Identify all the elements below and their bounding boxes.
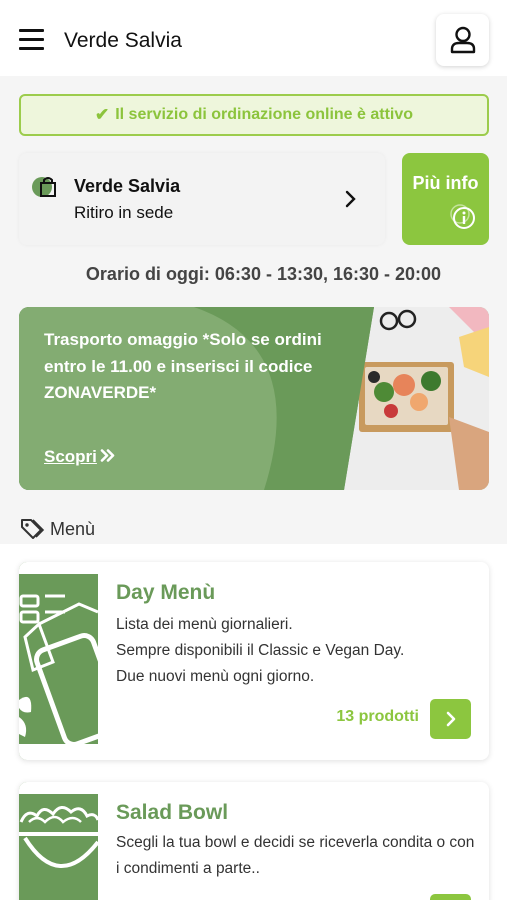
salad-bowl-image bbox=[19, 782, 98, 900]
chevron-right-icon bbox=[446, 711, 455, 727]
promo-text: Trasporto omaggio *Solo se ordini entro … bbox=[44, 330, 322, 402]
user-icon bbox=[450, 26, 475, 54]
description-line: Sempre disponibili il Classic e Vegan Da… bbox=[116, 642, 405, 659]
today-hours: Orario di oggi: 06:30 - 13:30, 16:30 - 2… bbox=[85, 264, 442, 284]
ordering-status-banner: ✔ Il servizio di ordinazione online è at… bbox=[19, 94, 489, 136]
more-info-button[interactable]: Più info bbox=[402, 153, 489, 245]
app-header: Verde Salvia bbox=[0, 0, 507, 76]
app-title: Verde Salvia bbox=[64, 29, 182, 52]
category-description: Scegli la tua bowl e decidi se riceverla… bbox=[116, 834, 475, 877]
section-label: Menù bbox=[50, 518, 96, 539]
open-category-button[interactable] bbox=[430, 699, 471, 739]
description-line: Due nuovi menù ogni giorno. bbox=[116, 668, 315, 685]
product-count: 13 prodotti bbox=[336, 708, 419, 725]
more-info-label: Più info bbox=[412, 173, 479, 193]
open-category-button[interactable] bbox=[430, 894, 471, 900]
category-card-salad-bowl[interactable]: Salad Bowl Scegli la tua bowl e decidi s… bbox=[19, 782, 489, 900]
store-selector[interactable]: Verde Salvia Ritiro in sede bbox=[19, 153, 385, 245]
fulfillment-mode: Ritiro in sede bbox=[74, 203, 174, 222]
category-description: Lista dei menù giornalieri. Sempre dispo… bbox=[116, 612, 476, 690]
chevron-right-icon bbox=[345, 190, 356, 208]
category-card-day-menu[interactable]: Day Menù Lista dei menù giornalieri. Sem… bbox=[19, 562, 489, 760]
tag-icon bbox=[21, 519, 45, 539]
category-title: Day Menù bbox=[116, 581, 216, 604]
hamburger-icon[interactable] bbox=[19, 29, 44, 51]
promo-discover-link[interactable]: Scopri bbox=[44, 447, 116, 467]
day-menu-image bbox=[19, 562, 98, 760]
double-chevron-icon bbox=[100, 447, 116, 467]
menu-section-header: Menù bbox=[19, 516, 95, 542]
check-icon: ✔ bbox=[94, 105, 110, 124]
info-icon bbox=[450, 204, 475, 229]
ordering-status-text: Il servizio di ordinazione online è atti… bbox=[115, 106, 414, 123]
category-title: Salad Bowl bbox=[116, 801, 229, 824]
promo-link-label: Scopri bbox=[44, 447, 97, 466]
account-button[interactable] bbox=[436, 14, 489, 66]
shopping-bag-icon bbox=[32, 177, 56, 197]
promo-banner[interactable]: Trasporto omaggio *Solo se ordini entro … bbox=[19, 307, 489, 490]
description-line: Lista dei menù giornalieri. bbox=[116, 616, 293, 633]
store-name: Verde Salvia bbox=[74, 176, 181, 196]
